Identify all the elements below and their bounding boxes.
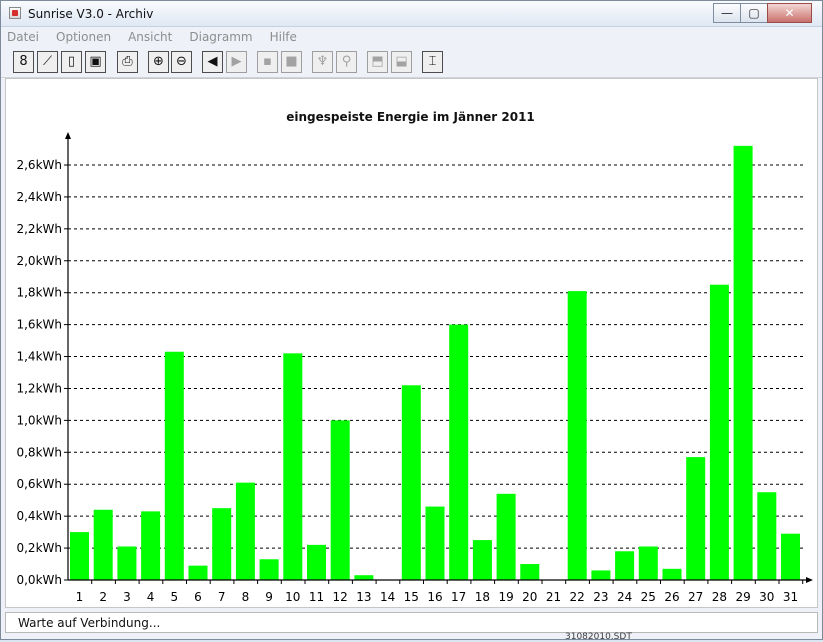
bar-day-1	[70, 532, 89, 580]
x-tick-label: 15	[404, 590, 419, 604]
bar-day-7	[212, 508, 232, 580]
y-tick-label: 2,6kWh	[16, 158, 62, 172]
x-tick-label: 12	[333, 590, 348, 604]
y-tick-label: 0,6kWh	[16, 477, 62, 491]
bar-chart: 0,0kWh 0,2kWh 0,4kWh 0,6kWh 0,8kWh 1,0kWh 1,2k…	[16, 132, 813, 604]
x-tick-label: 23	[593, 590, 608, 604]
bar-day-12	[330, 420, 350, 580]
x-tick-label: 29	[735, 590, 750, 604]
bar-day-16	[425, 506, 445, 580]
bar-day-29	[733, 145, 753, 580]
bar-day-10	[283, 353, 303, 580]
x-tick-label: 25	[641, 590, 656, 604]
bar-day-25	[638, 546, 658, 580]
x-tick-label: 2	[99, 590, 107, 604]
bar-day-17	[449, 324, 469, 580]
background-window-text: 31082010.SDT	[565, 632, 632, 642]
bar-day-11	[307, 544, 326, 580]
x-tick-label: 30	[759, 590, 774, 604]
bar-day-15	[401, 385, 421, 580]
x-tick-label: 16	[427, 590, 442, 604]
y-tick-label: 1,2kWh	[16, 381, 62, 395]
bar-day-27	[686, 457, 706, 580]
bar-day-20	[520, 564, 540, 580]
y-axis-arrow	[65, 132, 71, 139]
bar-day-4	[141, 511, 161, 580]
bar-day-5	[164, 351, 184, 580]
bar-day-22	[567, 291, 587, 580]
x-tick-label: 3	[123, 590, 131, 604]
bar-day-8	[235, 482, 255, 580]
x-tick-label: 4	[147, 590, 155, 604]
bar-day-9	[259, 559, 279, 580]
bar-day-18	[472, 540, 492, 580]
bar-day-28	[709, 284, 729, 580]
status-text: Warte auf Verbindung...	[18, 616, 161, 630]
x-tick-label: 28	[712, 590, 727, 604]
app-window: Sunrise V3.0 - Archiv — ▢ ✕ Datei Option…	[0, 0, 823, 640]
y-tick-label: 2,2kWh	[16, 222, 62, 236]
y-tick-label: 1,8kWh	[16, 286, 62, 300]
x-tick-label: 8	[242, 590, 250, 604]
x-tick-label: 21	[546, 590, 561, 604]
bar-day-13	[354, 575, 374, 580]
x-tick-label: 11	[309, 590, 324, 604]
bar-day-19	[496, 493, 516, 580]
y-tick-label: 1,0kWh	[16, 413, 62, 427]
y-tick-label: 2,0kWh	[16, 254, 62, 268]
x-axis-arrow	[806, 577, 813, 583]
x-tick-label: 14	[380, 590, 395, 604]
y-tick-label: 0,2kWh	[16, 541, 62, 555]
x-tick-label: 27	[688, 590, 703, 604]
x-tick-label: 17	[451, 590, 466, 604]
x-tick-label: 22	[570, 590, 585, 604]
bar-day-2	[93, 509, 113, 580]
bar-day-24	[615, 551, 635, 580]
y-tick-label: 0,0kWh	[16, 573, 62, 587]
bar-day-31	[781, 533, 800, 580]
y-tick-label: 0,8kWh	[16, 445, 62, 459]
x-tick-label: 10	[285, 590, 300, 604]
x-tick-label: 13	[356, 590, 371, 604]
x-tick-label: 1	[76, 590, 84, 604]
bar-day-26	[662, 568, 682, 580]
x-tick-label: 6	[194, 590, 202, 604]
status-bar: Warte auf Verbindung...	[5, 612, 818, 633]
x-tick-label: 5	[170, 590, 178, 604]
y-tick-label: 1,4kWh	[16, 350, 62, 364]
bar-day-23	[591, 570, 611, 580]
x-tick-label: 7	[218, 590, 226, 604]
bar-day-6	[188, 565, 208, 580]
y-tick-label: 2,4kWh	[16, 190, 62, 204]
bar-day-30	[757, 492, 777, 580]
y-tick-label: 1,6kWh	[16, 318, 62, 332]
x-tick-label: 9	[265, 590, 273, 604]
x-tick-label: 19	[498, 590, 513, 604]
x-tick-label: 26	[664, 590, 679, 604]
x-tick-label: 24	[617, 590, 632, 604]
x-tick-label: 31	[783, 590, 798, 604]
x-tick-label: 20	[522, 590, 537, 604]
y-tick-label: 0,4kWh	[16, 509, 62, 523]
x-tick-label: 18	[475, 590, 490, 604]
bar-day-3	[117, 546, 137, 580]
